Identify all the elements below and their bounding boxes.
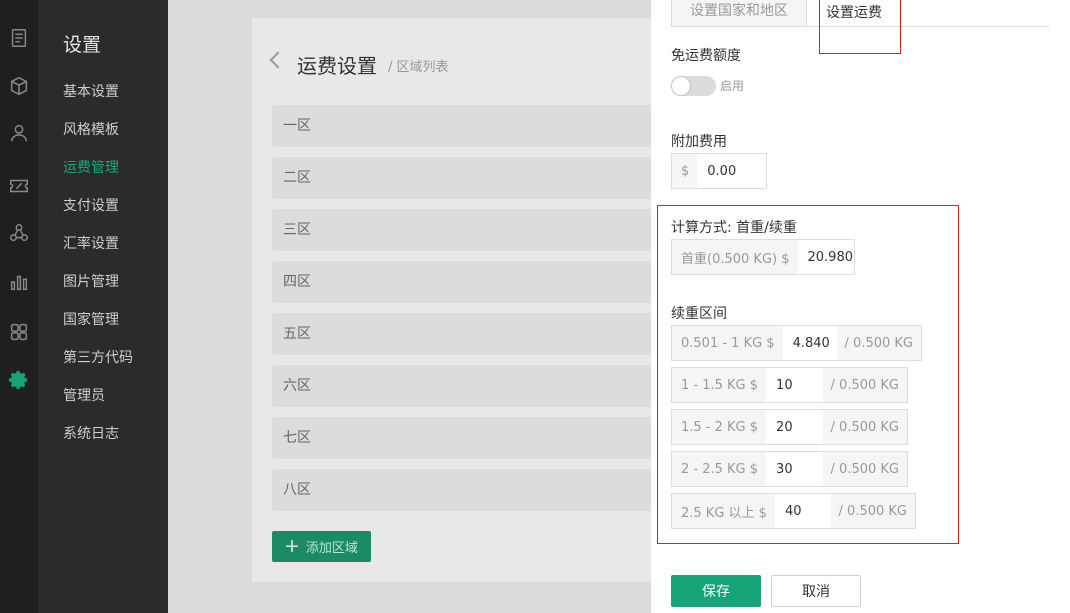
network-icon[interactable] — [7, 221, 31, 245]
range-prefix: 1.5 - 2 KG $ — [672, 410, 767, 444]
range-field[interactable]: 2 - 2.5 KG $ 30 / 0.500 KG — [671, 451, 908, 487]
back-chevron-icon[interactable] — [269, 51, 287, 69]
range-value[interactable]: 40 — [774, 494, 831, 528]
sidebar-item-system-log[interactable]: 系统日志 — [63, 423, 119, 443]
tab-country-region[interactable]: 设置国家和地区 — [671, 0, 807, 27]
range-suffix: / 0.500 KG — [836, 326, 921, 360]
range-field[interactable]: 1 - 1.5 KG $ 10 / 0.500 KG — [671, 367, 908, 403]
range-value[interactable]: 30 — [766, 452, 823, 486]
sidebar-item-exchange-rate[interactable]: 汇率设置 — [63, 233, 119, 253]
shipping-panel: 设置国家和地区 设置运费 免运费额度 启用 附加费用 $ 0.00 计算方式: … — [651, 0, 1070, 613]
document-icon[interactable] — [7, 26, 31, 50]
toggle-knob — [672, 77, 690, 95]
sidebar-item-country-management[interactable]: 国家管理 — [63, 309, 119, 329]
range-prefix: 0.501 - 1 KG $ — [672, 326, 783, 360]
save-button[interactable]: 保存 — [671, 575, 761, 607]
zone-row[interactable]: 一区 — [272, 105, 672, 147]
extra-fee-value[interactable]: 0.00 — [697, 154, 737, 188]
page-subtitle: / 区域列表 — [388, 60, 449, 75]
range-prefix: 2 - 2.5 KG $ — [672, 452, 767, 486]
toggle-label: 启用 — [720, 79, 745, 93]
cancel-button[interactable]: 取消 — [771, 575, 861, 607]
zone-row[interactable]: 七区 — [272, 417, 672, 459]
range-prefix: 2.5 KG 以上 $ — [672, 494, 775, 528]
zone-row[interactable]: 三区 — [272, 209, 672, 251]
tab-shipping-fee[interactable]: 设置运费 — [819, 0, 901, 54]
range-field[interactable]: 1.5 - 2 KG $ 20 / 0.500 KG — [671, 409, 908, 445]
sidebar-item-third-party-code[interactable]: 第三方代码 — [63, 347, 133, 367]
zone-row[interactable]: 六区 — [272, 365, 672, 407]
apps-icon[interactable] — [7, 320, 31, 344]
weight-range-label: 续重区间 — [671, 306, 727, 322]
sidebar-item-image-management[interactable]: 图片管理 — [63, 271, 119, 291]
sidebar-item-basic-settings[interactable]: 基本设置 — [63, 81, 119, 101]
range-suffix: / 0.500 KG — [822, 452, 907, 486]
range-value[interactable]: 10 — [766, 368, 823, 402]
free-shipping-toggle[interactable] — [671, 76, 716, 96]
free-shipping-label: 免运费额度 — [671, 48, 741, 64]
sidebar-item-style-templates[interactable]: 风格模板 — [63, 119, 119, 139]
range-suffix: / 0.500 KG — [822, 410, 907, 444]
range-prefix: 1 - 1.5 KG $ — [672, 368, 767, 402]
first-weight-prefix: 首重(0.500 KG) $ — [672, 240, 798, 274]
extra-fee-label: 附加费用 — [671, 134, 727, 150]
extra-fee-field[interactable]: $ 0.00 — [671, 153, 767, 189]
percent-icon[interactable] — [7, 174, 31, 198]
range-suffix: / 0.500 KG — [822, 368, 907, 402]
zone-list-card: 运费设置 / 区域列表 一区 二区 三区 四区 五区 六区 七区 八区 + 添加… — [252, 18, 672, 582]
add-zone-label: 添加区域 — [305, 541, 358, 556]
users-icon[interactable] — [7, 121, 31, 145]
plus-icon: + — [284, 535, 300, 557]
dollar-prefix: $ — [672, 154, 698, 188]
range-value[interactable]: 20 — [766, 410, 823, 444]
zone-row[interactable]: 四区 — [272, 261, 672, 303]
gear-icon[interactable] — [7, 368, 31, 392]
range-field[interactable]: 2.5 KG 以上 $ 40 / 0.500 KG — [671, 493, 916, 529]
icon-rail — [0, 0, 38, 613]
sidebar-item-payment-settings[interactable]: 支付设置 — [63, 195, 119, 215]
cube-icon[interactable] — [7, 74, 31, 98]
settings-sidebar: 设置 基本设置 风格模板 运费管理 支付设置 汇率设置 图片管理 国家管理 第三… — [38, 0, 168, 613]
page-title: 运费设置 — [297, 54, 377, 78]
calc-method-label: 计算方式: 首重/续重 — [671, 220, 797, 236]
zone-row[interactable]: 二区 — [272, 157, 672, 199]
sidebar-title: 设置 — [63, 34, 102, 56]
range-value[interactable]: 4.840 — [782, 326, 837, 360]
first-weight-field[interactable]: 首重(0.500 KG) $ 20.980 — [671, 239, 855, 275]
range-suffix: / 0.500 KG — [830, 494, 915, 528]
first-weight-value[interactable]: 20.980 — [797, 240, 853, 274]
zone-row[interactable]: 八区 — [272, 469, 672, 511]
add-zone-button[interactable]: + 添加区域 — [272, 531, 371, 562]
sidebar-item-administrators[interactable]: 管理员 — [63, 385, 105, 405]
range-field[interactable]: 0.501 - 1 KG $ 4.840 / 0.500 KG — [671, 325, 922, 361]
bar-chart-icon[interactable] — [7, 270, 31, 294]
main-content: 运费设置 / 区域列表 一区 二区 三区 四区 五区 六区 七区 八区 + 添加… — [168, 0, 672, 613]
zone-row[interactable]: 五区 — [272, 313, 672, 355]
sidebar-item-shipping-management[interactable]: 运费管理 — [63, 157, 119, 177]
